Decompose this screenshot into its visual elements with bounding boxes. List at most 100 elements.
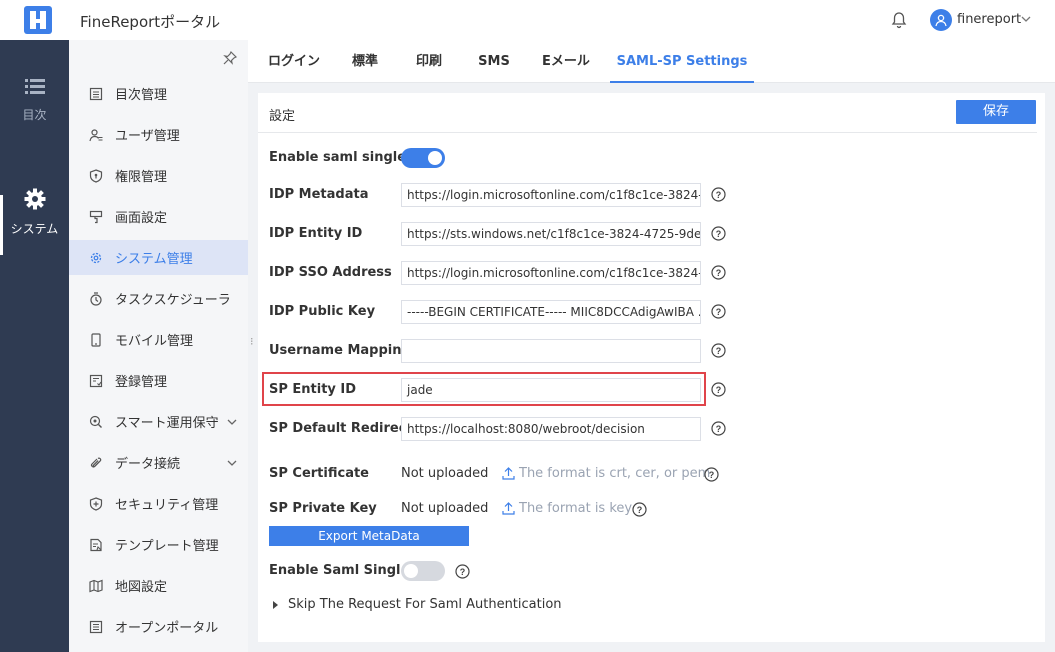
sidebar-item-label: 画面設定	[115, 211, 168, 226]
sp-certificate-label: SP Certificate	[269, 466, 370, 481]
sidebar-item-mobile-management[interactable]: モバイル管理	[69, 322, 248, 357]
chevron-down-icon[interactable]	[226, 416, 238, 428]
caret-right-icon	[273, 600, 278, 609]
sidebar-item-label: 地図設定	[115, 580, 168, 595]
sidebar-item-user-management[interactable]: ユーザ管理	[69, 117, 248, 152]
bell-icon[interactable]	[890, 11, 908, 29]
toggle-knob	[428, 151, 442, 165]
template-icon	[90, 538, 102, 551]
sidebar-item-template-management[interactable]: テンプレート管理	[69, 527, 248, 562]
sidebar-item-security-management[interactable]: セキュリティ管理	[69, 486, 248, 521]
sidebar-item-task-scheduler[interactable]: タスクスケジューラ	[69, 281, 248, 316]
sidebar-item-permission-management[interactable]: 権限管理	[69, 158, 248, 193]
directory-icon	[89, 87, 103, 100]
username[interactable]: finereport	[957, 12, 1021, 27]
sidebar-item-label: 目次管理	[115, 88, 168, 103]
idp-metadata-field[interactable]: https://login.microsoftonline.com/c1f8c1…	[401, 183, 701, 207]
resize-handle[interactable]: ⁝	[250, 336, 254, 347]
brush-icon	[89, 210, 103, 223]
sidebar-item-label: セキュリティ管理	[115, 498, 219, 513]
export-metadata-button[interactable]: Export MetaData	[269, 526, 469, 546]
tab-sms[interactable]: SMS	[468, 40, 520, 83]
sidebar-item-smart-maintenance[interactable]: スマート運用保守	[69, 404, 248, 439]
upload-icon	[502, 502, 515, 515]
sp-private-key-label: SP Private Key	[269, 501, 377, 516]
sp-certificate-upload-link[interactable]: The format is crt, cer, or pem	[502, 466, 710, 481]
idp-entity-id-field[interactable]: https://sts.windows.net/c1f8c1ce-3824-47…	[401, 222, 701, 246]
save-button[interactable]: 保存	[956, 100, 1036, 124]
pin-icon[interactable]	[222, 50, 238, 66]
sidebar-item-label: テンプレート管理	[115, 539, 219, 554]
toggle-knob	[404, 564, 418, 578]
shield-icon	[89, 168, 103, 183]
help-icon[interactable]: ?	[711, 304, 726, 319]
avatar[interactable]	[930, 9, 952, 31]
help-icon[interactable]: ?	[704, 467, 719, 482]
help-icon[interactable]: ?	[711, 382, 726, 397]
help-icon[interactable]: ?	[711, 421, 726, 436]
svg-text:?: ?	[716, 424, 722, 434]
tab-saml-sp-settings[interactable]: SAML-SP Settings	[610, 40, 754, 83]
map-icon	[89, 579, 103, 592]
sidebar-item-registration-management[interactable]: 登録管理	[69, 363, 248, 398]
idp-public-key-label: IDP Public Key	[269, 304, 376, 319]
username-mapping-label: Username Mapping	[269, 343, 411, 358]
finereport-logo	[24, 6, 52, 34]
svg-text:?: ?	[637, 505, 643, 515]
sidebar-item-map-settings[interactable]: 地図設定	[69, 568, 248, 603]
sidebar-item-screen-settings[interactable]: 画面設定	[69, 199, 248, 234]
sp-default-redirect-field[interactable]: https://localhost:8080/webroot/decision	[401, 417, 701, 441]
panel-title: 設定	[269, 109, 296, 124]
help-icon[interactable]: ?	[711, 187, 726, 202]
settings-tabs: ログイン 標準 印刷 SMS Eメール SAML-SP Settings	[248, 40, 1055, 83]
saml-settings-panel: 設定 保存 Enable saml single··· IDP Metadata…	[258, 93, 1045, 642]
sp-private-key-hint: The format is key	[519, 501, 633, 516]
svg-text:?: ?	[716, 229, 722, 239]
register-icon	[89, 374, 103, 387]
chevron-down-icon[interactable]	[1020, 13, 1032, 25]
sidebar-item-system-management[interactable]: システム管理	[69, 240, 248, 275]
sidebar-item-label: タスクスケジューラ	[115, 293, 231, 308]
gear-icon	[24, 188, 45, 210]
sp-entity-id-field[interactable]: jade	[401, 378, 701, 402]
enable-saml-toggle[interactable]	[401, 148, 445, 168]
sp-private-key-upload-link[interactable]: The format is key	[502, 501, 632, 516]
rail-item-system[interactable]: システム	[0, 188, 69, 237]
gear-icon	[90, 252, 102, 263]
sidebar-item-data-connection[interactable]: データ接続	[69, 445, 248, 480]
enable-saml-single-logout-toggle[interactable]	[401, 561, 445, 581]
idp-sso-address-field[interactable]: https://login.microsoftonline.com/c1f8c1…	[401, 261, 701, 285]
help-icon[interactable]: ?	[711, 343, 726, 358]
skip-saml-authentication-label: Skip The Request For Saml Authentication	[288, 597, 562, 612]
svg-text:?: ?	[716, 268, 722, 278]
svg-text:?: ?	[716, 385, 722, 395]
svg-text:?: ?	[709, 470, 715, 480]
rail-item-directory[interactable]: 目次	[0, 78, 69, 123]
help-icon[interactable]: ?	[711, 265, 726, 280]
skip-saml-authentication-toggle[interactable]: Skip The Request For Saml Authentication	[273, 597, 562, 612]
sidebar-item-label: モバイル管理	[115, 334, 194, 349]
enable-saml-single-logout-label: Enable Saml Singl···	[269, 563, 416, 578]
sidebar-item-label: 登録管理	[115, 375, 168, 390]
upload-icon	[502, 467, 515, 480]
tab-print[interactable]: 印刷	[404, 40, 454, 83]
tab-login[interactable]: ログイン	[262, 40, 326, 83]
security-icon	[89, 496, 103, 511]
sidebar-item-label: 権限管理	[115, 170, 168, 185]
sp-private-key-status: Not uploaded	[401, 501, 489, 516]
help-icon[interactable]: ?	[632, 502, 647, 517]
help-icon[interactable]: ?	[455, 564, 470, 579]
idp-public-key-field[interactable]: -----BEGIN CERTIFICATE----- MIIC8DCCAdig…	[401, 300, 701, 324]
chevron-down-icon[interactable]	[226, 457, 238, 469]
help-icon[interactable]: ?	[711, 226, 726, 241]
idp-sso-address-label: IDP SSO Address	[269, 265, 392, 280]
sidebar-item-open-portal[interactable]: オープンポータル	[69, 609, 248, 644]
user-avatar-icon	[935, 14, 947, 27]
tab-email[interactable]: Eメール	[534, 40, 598, 83]
sidebar: 目次管理 ユーザ管理 権限管理 画面設定 システム管理 タスクスケジューラ モバ…	[69, 40, 248, 652]
tab-standard[interactable]: 標準	[340, 40, 390, 83]
username-mapping-field[interactable]	[401, 339, 701, 363]
maintenance-icon	[89, 415, 102, 428]
sidebar-item-directory-management[interactable]: 目次管理	[69, 76, 248, 111]
sidebar-item-label: スマート運用保守	[115, 416, 219, 431]
